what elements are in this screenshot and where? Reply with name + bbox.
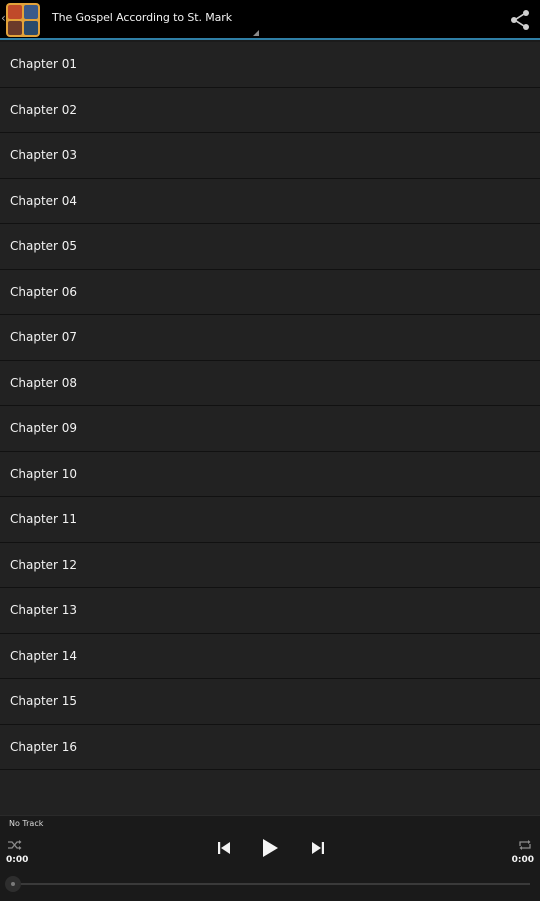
list-item[interactable]: Chapter 07 — [0, 315, 540, 361]
seek-thumb[interactable] — [5, 876, 21, 892]
app-icon-quadrant — [8, 21, 22, 35]
list-item-empty — [0, 770, 540, 816]
list-item[interactable]: Chapter 01 — [0, 42, 540, 88]
list-item-label: Chapter 14 — [10, 648, 78, 663]
list-item-label: Chapter 01 — [10, 57, 78, 72]
list-item-label: Chapter 09 — [10, 421, 78, 436]
list-item[interactable]: Chapter 14 — [0, 633, 540, 679]
list-item-label: Chapter 04 — [10, 193, 78, 208]
list-item[interactable]: Chapter 06 — [0, 269, 540, 315]
list-item-label: Chapter 15 — [10, 694, 78, 709]
play-icon[interactable] — [261, 838, 279, 858]
list-item-label: Chapter 05 — [10, 239, 78, 254]
skip-previous-icon[interactable] — [216, 840, 232, 856]
list-item[interactable]: Chapter 09 — [0, 406, 540, 452]
dropdown-indicator-icon — [253, 30, 259, 36]
list-item[interactable]: Chapter 11 — [0, 497, 540, 543]
share-icon[interactable] — [508, 8, 532, 32]
list-item-label: Chapter 02 — [10, 102, 78, 117]
list-item[interactable]: Chapter 15 — [0, 679, 540, 725]
page-title: The Gospel According to St. Mark — [52, 11, 232, 24]
seek-bar[interactable] — [10, 883, 530, 885]
app-icon-quadrant — [24, 5, 38, 19]
list-item-label: Chapter 08 — [10, 375, 78, 390]
track-name: No Track — [9, 819, 44, 828]
list-item[interactable]: Chapter 08 — [0, 360, 540, 406]
list-item[interactable]: Chapter 03 — [0, 133, 540, 179]
app-icon[interactable] — [6, 3, 40, 37]
shuffle-icon[interactable] — [8, 839, 22, 851]
list-item-label: Chapter 06 — [10, 284, 78, 299]
list-item[interactable]: Chapter 12 — [0, 542, 540, 588]
repeat-icon[interactable] — [518, 839, 532, 851]
chapter-list: Chapter 01 Chapter 02 Chapter 03 Chapter… — [0, 42, 540, 816]
app-icon-quadrant — [8, 5, 22, 19]
total-duration: 0:00 — [511, 855, 534, 865]
app-icon-quadrant — [24, 21, 38, 35]
list-item-label: Chapter 13 — [10, 603, 78, 618]
list-item[interactable]: Chapter 05 — [0, 224, 540, 270]
elapsed-time: 0:00 — [6, 855, 29, 865]
list-item[interactable]: Chapter 02 — [0, 87, 540, 133]
list-item-label: Chapter 16 — [10, 739, 78, 754]
list-item-label: Chapter 11 — [10, 512, 78, 527]
list-item-label: Chapter 03 — [10, 148, 78, 163]
list-item[interactable]: Chapter 16 — [0, 724, 540, 770]
list-item-label: Chapter 12 — [10, 557, 78, 572]
action-bar: ‹ The Gospel According to St. Mark — [0, 0, 540, 40]
list-item-label: Chapter 10 — [10, 466, 78, 481]
list-item[interactable]: Chapter 04 — [0, 178, 540, 224]
list-item[interactable]: Chapter 10 — [0, 451, 540, 497]
list-item[interactable]: Chapter 13 — [0, 588, 540, 634]
skip-next-icon[interactable] — [310, 840, 326, 856]
audio-player: No Track 0:00 0:00 — [0, 815, 540, 901]
list-item-label: Chapter 07 — [10, 330, 78, 345]
